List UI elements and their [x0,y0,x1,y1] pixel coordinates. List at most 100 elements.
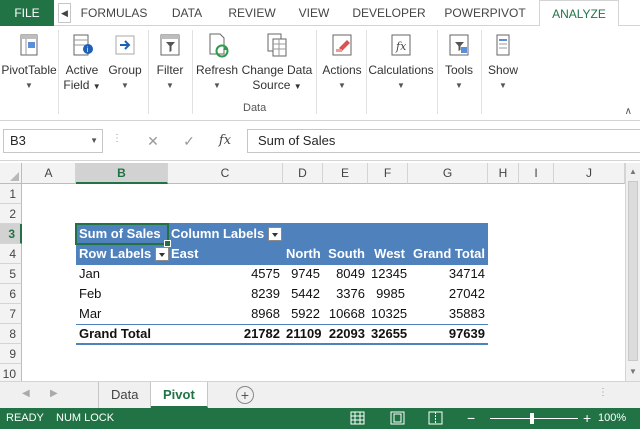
pivot-cell[interactable]: 10325 [368,304,408,324]
tab-review[interactable]: REVIEW [223,0,281,26]
pivot-cell[interactable]: 9745 [283,264,323,284]
pivot-total-cell[interactable]: 22093 [323,324,368,344]
column-header-h[interactable]: H [488,163,519,184]
chevron-down-icon[interactable]: ▼ [90,130,98,152]
pivot-cell[interactable]: 27042 [408,284,488,304]
pivot-total-cell[interactable]: 97639 [408,324,488,344]
column-header-i[interactable]: I [519,163,554,184]
tab-developer[interactable]: DEVELOPER [347,0,431,26]
scroll-up-icon[interactable]: ▲ [626,165,640,179]
change-data-source-button[interactable]: Change Data Source ▼ [240,26,314,104]
pivot-row-label[interactable]: Mar [76,304,168,324]
pivot-col-header-west[interactable]: West [368,244,408,264]
row-header-3[interactable]: 3 [0,224,22,244]
sheet-tab-data[interactable]: Data [98,382,152,408]
column-header-a[interactable]: A [22,163,76,184]
show-icon [496,34,510,56]
refresh-button[interactable]: Refresh ▼ [196,26,238,104]
row-header-6[interactable]: 6 [0,284,22,304]
sheet-prev-icon[interactable]: ◀ [22,388,30,399]
column-header-g[interactable]: G [408,163,488,184]
tools-button[interactable]: Tools ▼ [440,26,478,104]
pivot-cell[interactable]: 8239 [168,284,283,304]
pivot-row-labels[interactable]: Row Labels [76,244,170,264]
zoom-in-button[interactable]: + [583,408,591,429]
row-header-5[interactable]: 5 [0,264,22,284]
pivot-cell[interactable]: 12345 [368,264,408,284]
sheet-next-icon[interactable]: ▶ [50,388,58,399]
row-header-1[interactable]: 1 [0,184,22,204]
vertical-scrollbar[interactable]: ▲ ▼ [625,163,640,381]
pivot-cell[interactable]: 8968 [168,304,283,324]
group-button[interactable]: Group ▼ [106,26,144,104]
pivot-cell[interactable]: 3376 [323,284,368,304]
active-field-button[interactable]: i Active Field ▼ [61,26,103,104]
pivot-cell[interactable]: 9985 [368,284,408,304]
sheet-tab-pivot[interactable]: Pivot [151,382,208,408]
pivot-total-cell[interactable]: 32655 [368,324,408,344]
column-header-b[interactable]: B [76,163,168,184]
zoom-slider-track[interactable] [490,418,578,419]
column-header-f[interactable]: F [368,163,408,184]
pivot-row-label[interactable]: Jan [76,264,168,284]
pivot-col-header-south[interactable]: South [323,244,368,264]
pivot-column-labels[interactable]: Column Labels [168,224,298,244]
scroll-thumb[interactable] [628,181,638,361]
pivot-cell[interactable]: 35883 [408,304,488,324]
worksheet-grid[interactable]: A B C D E F G H I J 1 2 3 4 5 6 7 8 9 10… [0,163,625,381]
enter-icon[interactable]: ✓ [177,129,201,153]
actions-button[interactable]: Actions ▼ [319,26,365,104]
page-break-view-icon[interactable] [428,411,443,425]
zoom-out-button[interactable]: − [467,408,475,429]
page-layout-view-icon[interactable] [390,411,405,425]
pivot-cell[interactable]: 10668 [323,304,368,324]
pivot-total-cell[interactable]: 21109 [283,324,323,344]
name-box[interactable]: B3 ▼ [3,129,103,153]
cancel-icon[interactable]: ✕ [141,129,165,153]
show-button[interactable]: Show ▼ [484,26,522,104]
select-all-corner[interactable] [0,163,22,184]
normal-view-icon[interactable] [350,411,365,425]
pivot-col-header-grand-total[interactable]: Grand Total [408,244,488,264]
row-header-4[interactable]: 4 [0,244,22,264]
pivot-cell[interactable]: 4575 [168,264,283,284]
row-header-2[interactable]: 2 [0,204,22,224]
tab-powerpivot[interactable]: POWERPIVOT [441,0,529,26]
tab-analyze[interactable]: ANALYZE [539,0,619,27]
pivot-grand-total-label[interactable]: Grand Total [76,324,168,344]
collapse-ribbon-icon[interactable]: ∧ [625,106,632,117]
tab-scroll-left-icon[interactable]: ◀ [58,3,71,23]
pivot-col-header-east[interactable]: East [168,244,283,264]
pivot-col-header-north[interactable]: North [283,244,323,264]
tab-file[interactable]: FILE [0,0,54,26]
scroll-down-icon[interactable]: ▼ [626,365,640,379]
tab-splitter-icon[interactable]: ⋮ [598,387,608,398]
zoom-level[interactable]: 100% [598,408,626,429]
row-header-8[interactable]: 8 [0,324,22,344]
row-header-7[interactable]: 7 [0,304,22,324]
column-header-e[interactable]: E [323,163,368,184]
column-header-j[interactable]: J [554,163,625,184]
formula-bar-splitter-icon[interactable]: ⋮ [112,133,122,144]
column-header-c[interactable]: C [168,163,283,184]
filter-button[interactable]: Filter ▼ [152,26,188,104]
formula-input[interactable]: Sum of Sales [247,129,640,153]
insert-function-icon[interactable]: fx [213,129,237,153]
add-sheet-icon[interactable]: + [236,386,254,404]
zoom-slider-thumb[interactable] [530,413,534,424]
pivot-row-label[interactable]: Feb [76,284,168,304]
pivot-total-cell[interactable]: 21782 [168,324,283,344]
column-header-d[interactable]: D [283,163,323,184]
row-header-9[interactable]: 9 [0,344,22,364]
column-labels-filter-icon[interactable] [268,226,283,241]
pivottable-button[interactable]: PivotTable ▼ [0,26,58,104]
pivot-cell[interactable]: 5922 [283,304,323,324]
calculations-button[interactable]: fx Calculations ▼ [367,26,435,104]
pivot-cell[interactable]: 34714 [408,264,488,284]
tab-formulas[interactable]: FORMULAS [76,0,152,26]
pivot-cell[interactable]: 5442 [283,284,323,304]
row-header-10[interactable]: 10 [0,364,22,381]
pivot-cell[interactable]: 8049 [323,264,368,284]
tab-view[interactable]: VIEW [291,0,337,26]
tab-data[interactable]: DATA [161,0,213,26]
